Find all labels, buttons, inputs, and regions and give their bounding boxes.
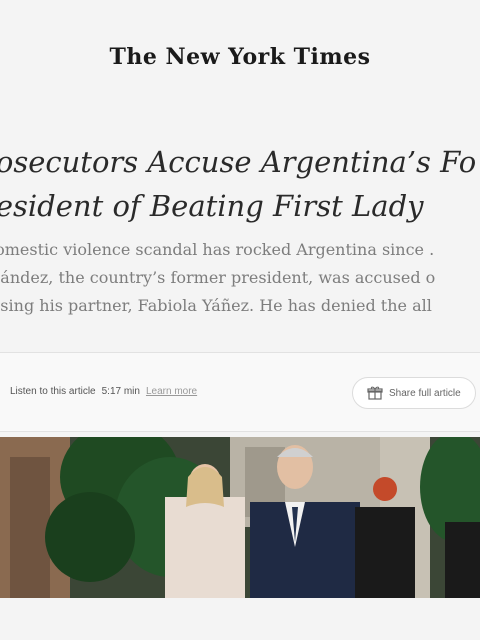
article-summary: lomestic violence scandal has rocked Arg… [0, 236, 480, 320]
photo-illustration [0, 437, 480, 598]
listen-control[interactable]: Listen to this article 5:17 min Learn mo… [10, 386, 197, 397]
nyt-masthead-logo[interactable]: The New York Times [0, 44, 480, 70]
summary-line-2: nández, the country’s former president, … [0, 268, 436, 287]
learn-more-link[interactable]: Learn more [146, 386, 197, 397]
article-toolbar: Listen to this article 5:17 min Learn mo… [0, 352, 480, 432]
headline-line-1: rosecutors Accuse Argentina’s Fo [0, 145, 477, 179]
listen-duration: 5:17 min [101, 386, 140, 397]
listen-label[interactable]: Listen to this article [10, 386, 96, 397]
article-photo [0, 437, 480, 598]
gift-icon [367, 386, 383, 400]
headline-line-2: resident of Beating First Lady [0, 189, 424, 223]
article-headline: rosecutors Accuse Argentina’s Fo residen… [0, 140, 480, 228]
bottom-area [0, 598, 480, 640]
share-full-article-button[interactable]: Share full article [352, 377, 476, 409]
summary-line-3: using his partner, Fabiola Yáñez. He has… [0, 296, 432, 315]
summary-line-1: lomestic violence scandal has rocked Arg… [0, 240, 435, 259]
share-label: Share full article [389, 387, 461, 399]
